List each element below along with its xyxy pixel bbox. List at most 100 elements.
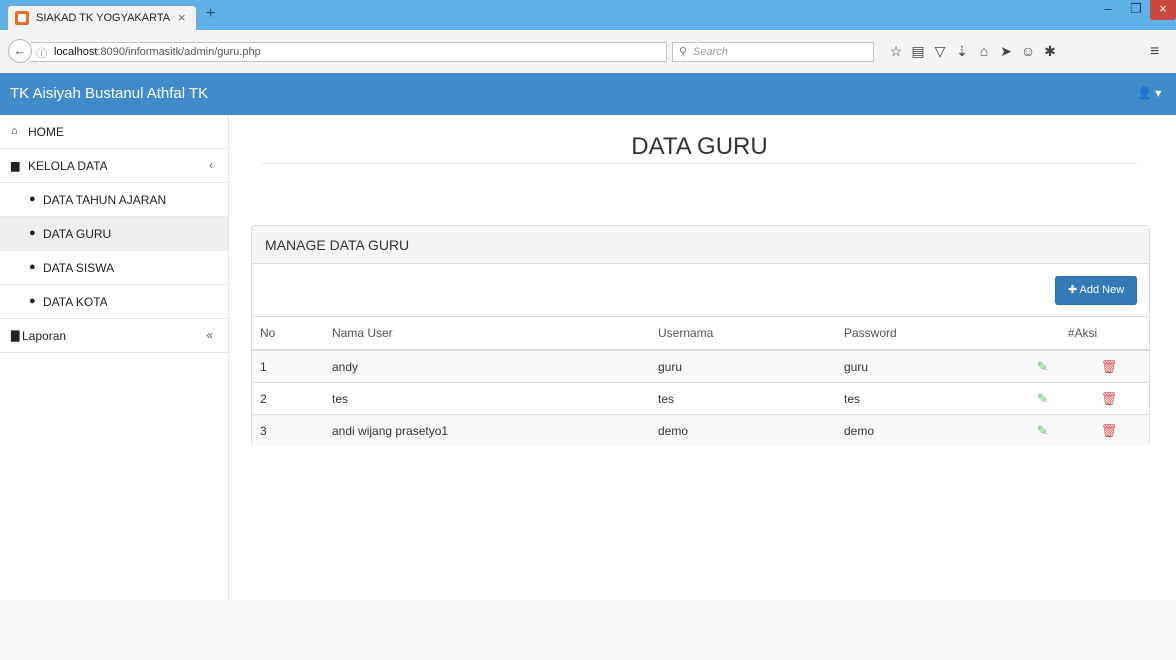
info-icon[interactable]: ⓘ	[36, 45, 47, 61]
cell-username: guru	[650, 349, 836, 383]
sidebar-item-label: DATA KOTA	[43, 295, 108, 309]
pocket-icon[interactable]: ▽	[929, 43, 951, 60]
search-icon: ⚲	[679, 46, 688, 58]
star-icon[interactable]: ☆	[885, 43, 907, 60]
back-arrow-icon: ←	[13, 43, 27, 58]
table-row: 1 andy guru guru ✎ 🗑	[252, 349, 1149, 383]
sidebar-item-laporan[interactable]: ▇ Laporan «	[0, 319, 228, 353]
edit-pencil-icon[interactable]: ✎	[1037, 391, 1048, 406]
plus-icon: ✚	[1067, 284, 1078, 296]
sidebar-item-label: KELOLA DATA	[28, 159, 108, 173]
table-header-row: No Nama User Usernama Password #Aksi	[252, 316, 1149, 351]
new-tab-button[interactable]: +	[206, 5, 215, 23]
delete-trash-icon[interactable]: 🗑	[1101, 391, 1118, 406]
sidebar-item-label: DATA GURU	[43, 227, 112, 241]
col-header-password: Password	[836, 316, 1016, 351]
user-icon: ●	[29, 193, 36, 205]
tab-title: SIAKAD TK YOGYAKARTA	[36, 12, 171, 24]
sidebar-item-label: Laporan	[22, 329, 67, 343]
panel-title: MANAGE DATA GURU	[265, 237, 410, 253]
sidebar-item-data-guru[interactable]: ● DATA GURU	[0, 217, 228, 251]
user-menu[interactable]: 👤 ▾	[1137, 86, 1161, 100]
minimize-button[interactable]: –	[1094, 0, 1122, 20]
chevron-left-icon: ‹	[209, 158, 213, 172]
main-content: DATA GURU MANAGE DATA GURU ✚ Add New No …	[229, 115, 1176, 600]
col-header-aksi: #Aksi	[1016, 316, 1149, 351]
cell-no: 3	[252, 414, 324, 446]
cell-nama: andy	[324, 349, 650, 383]
sidebar-item-data-kota[interactable]: ● DATA KOTA	[0, 285, 228, 319]
cell-no: 2	[252, 382, 324, 415]
menu-icon[interactable]: ≡	[1150, 43, 1159, 61]
sidebar-item-label: DATA SISWA	[43, 261, 115, 275]
title-divider	[262, 163, 1137, 164]
user-icon: ●	[29, 295, 36, 307]
favicon-icon	[15, 11, 29, 25]
url-path: :8090/informasitk/admin/guru.php	[97, 46, 261, 58]
sidebar-item-data-siswa[interactable]: ● DATA SISWA	[0, 251, 228, 285]
user-icon: 👤	[1137, 86, 1152, 100]
address-bar[interactable]: ⓘ localhost:8090/informasitk/admin/guru.…	[30, 42, 686, 62]
table-row: 3 andi wijang prasetyo1 demo demo ✎ 🗑	[252, 414, 1149, 446]
emoji-icon[interactable]: ☺	[1017, 43, 1039, 59]
sidebar-item-label: HOME	[28, 125, 64, 139]
delete-trash-icon[interactable]: 🗑	[1101, 359, 1118, 374]
edit-pencil-icon[interactable]: ✎	[1037, 359, 1048, 374]
url-text[interactable]: localhost:8090/informasitk/admin/guru.ph…	[54, 46, 261, 58]
home-icon: ⌂	[11, 125, 18, 137]
double-chevron-left-icon: «	[206, 328, 213, 342]
edit-pencil-icon[interactable]: ✎	[1037, 423, 1048, 438]
back-button[interactable]: ←	[8, 39, 32, 63]
data-panel: MANAGE DATA GURU ✚ Add New No Nama User …	[251, 225, 1150, 446]
download-icon[interactable]: ⇣	[951, 43, 973, 60]
cell-password: demo	[836, 414, 1016, 446]
edit-cell: ✎	[1016, 382, 1069, 415]
maximize-button[interactable]: ❐	[1122, 0, 1150, 20]
panel-header: MANAGE DATA GURU	[252, 226, 1149, 264]
sidebar-item-kelola-data[interactable]: ▆ KELOLA DATA ‹	[0, 149, 228, 183]
cell-no: 1	[252, 349, 324, 383]
sidebar-item-label: DATA TAHUN AJARAN	[43, 193, 167, 207]
cell-nama: tes	[324, 382, 650, 415]
delete-cell: 🗑	[1068, 382, 1149, 415]
cell-username: tes	[650, 382, 836, 415]
tab-close-icon[interactable]: ×	[178, 10, 186, 25]
send-icon[interactable]: ➤	[995, 43, 1017, 60]
delete-trash-icon[interactable]: 🗑	[1101, 423, 1118, 438]
reading-list-icon[interactable]: ▤	[907, 43, 929, 60]
user-icon: ●	[29, 261, 36, 273]
edit-cell: ✎	[1016, 414, 1069, 446]
caret-down-icon: ▾	[1155, 86, 1162, 100]
browser-tab[interactable]: SIAKAD TK YOGYAKARTA ×	[7, 5, 197, 30]
col-header-username: Usernama	[650, 316, 836, 351]
add-new-label: Add New	[1079, 284, 1125, 296]
table-row: 2 tes tes tes ✎ 🗑	[252, 382, 1149, 415]
delete-cell: 🗑	[1068, 349, 1149, 383]
cell-nama: andi wijang prasetyo1	[324, 414, 650, 446]
add-new-button[interactable]: ✚ Add New	[1055, 276, 1137, 305]
col-header-nama: Nama User	[324, 316, 650, 351]
search-input[interactable]: ⚲ Search	[672, 42, 874, 62]
sidebar-item-home[interactable]: ⌂ HOME	[0, 115, 228, 149]
guru-table: No Nama User Usernama Password #Aksi 1 a…	[252, 316, 1149, 446]
cell-password: guru	[836, 349, 1016, 383]
url-host: localhost	[54, 46, 98, 58]
folder-icon: ▆	[11, 160, 20, 172]
toolbar-icons: ☆ ▤ ▽ ⇣ ⌂ ➤ ☺ ✱	[885, 43, 1061, 60]
search-placeholder: Search	[693, 46, 728, 58]
user-icon: ●	[29, 227, 36, 239]
sidebar: ⌂ HOME ▆ KELOLA DATA ‹ ● DATA TAHUN AJAR…	[0, 115, 229, 600]
browser-tab-bar: SIAKAD TK YOGYAKARTA × + – ❐ ×	[0, 0, 1176, 30]
sidebar-item-data-tahun-ajaran[interactable]: ● DATA TAHUN AJARAN	[0, 183, 228, 217]
file-icon: ▇	[11, 330, 20, 342]
home-icon[interactable]: ⌂	[973, 43, 995, 59]
browser-nav-bar: ⓘ localhost:8090/informasitk/admin/guru.…	[0, 30, 1176, 74]
extension-icon[interactable]: ✱	[1039, 43, 1061, 60]
delete-cell: 🗑	[1068, 414, 1149, 446]
page-footer	[0, 600, 1176, 660]
window-close-button[interactable]: ×	[1150, 0, 1176, 20]
page-title: DATA GURU	[631, 133, 768, 160]
edit-cell: ✎	[1016, 349, 1069, 383]
brand-title[interactable]: TK Aisiyah Bustanul Athfal TK	[10, 85, 208, 102]
app-header: TK Aisiyah Bustanul Athfal TK 👤 ▾	[0, 73, 1176, 115]
